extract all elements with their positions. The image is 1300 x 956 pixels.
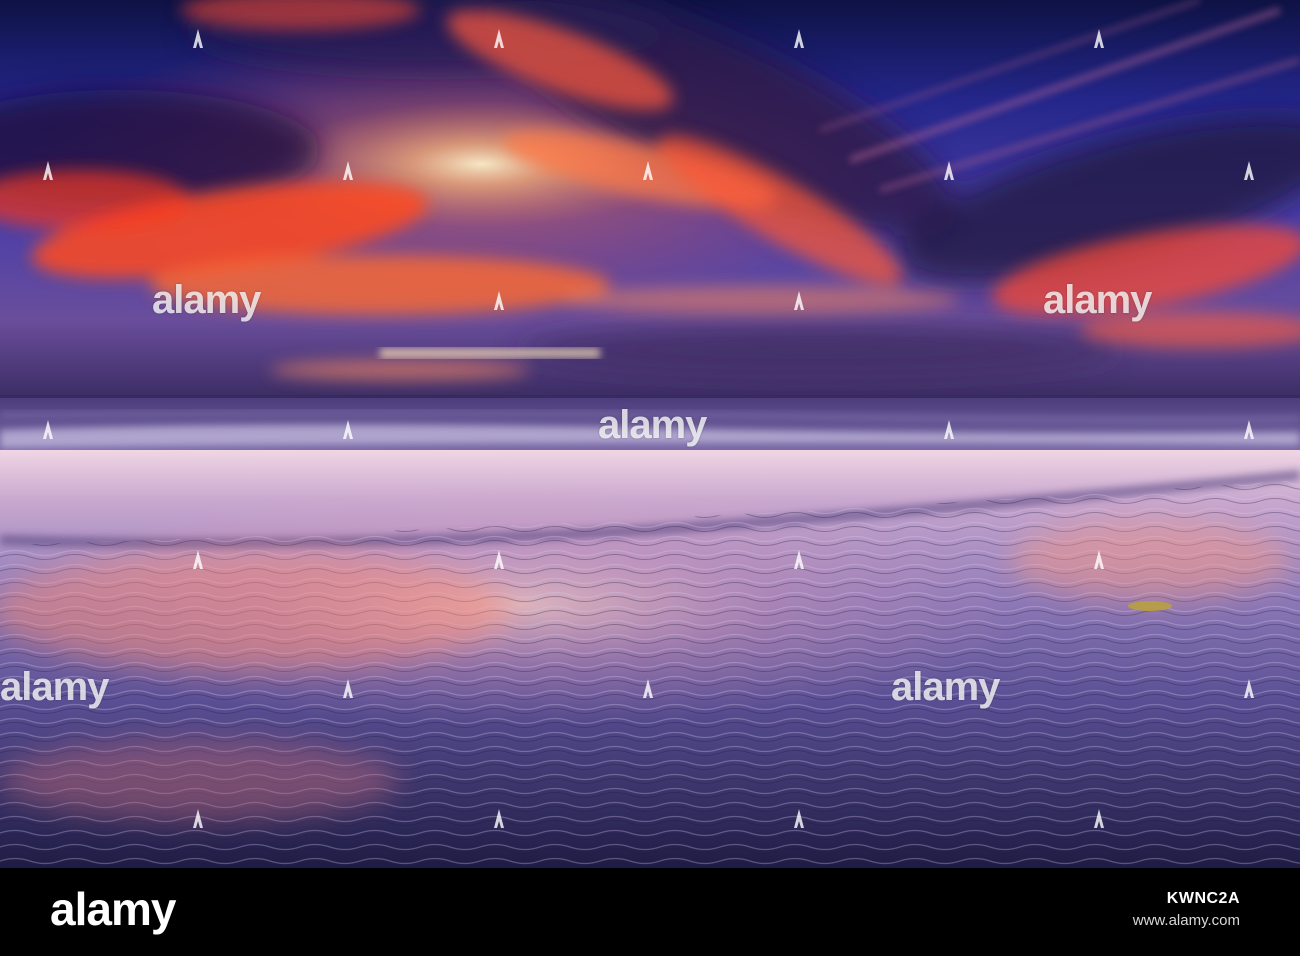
footer-bar: alamy KWNC2A www.alamy.com	[0, 868, 1300, 956]
photo-svg	[0, 0, 1300, 868]
image-id: KWNC2A	[1166, 890, 1240, 907]
photo-sunset-beach: alamy alamy alamy alamy alamy	[0, 0, 1300, 868]
footer-logo[interactable]: alamy	[50, 886, 176, 932]
footer-image-info: KWNC2A www.alamy.com	[1133, 888, 1240, 932]
site-url[interactable]: www.alamy.com	[1133, 910, 1240, 932]
